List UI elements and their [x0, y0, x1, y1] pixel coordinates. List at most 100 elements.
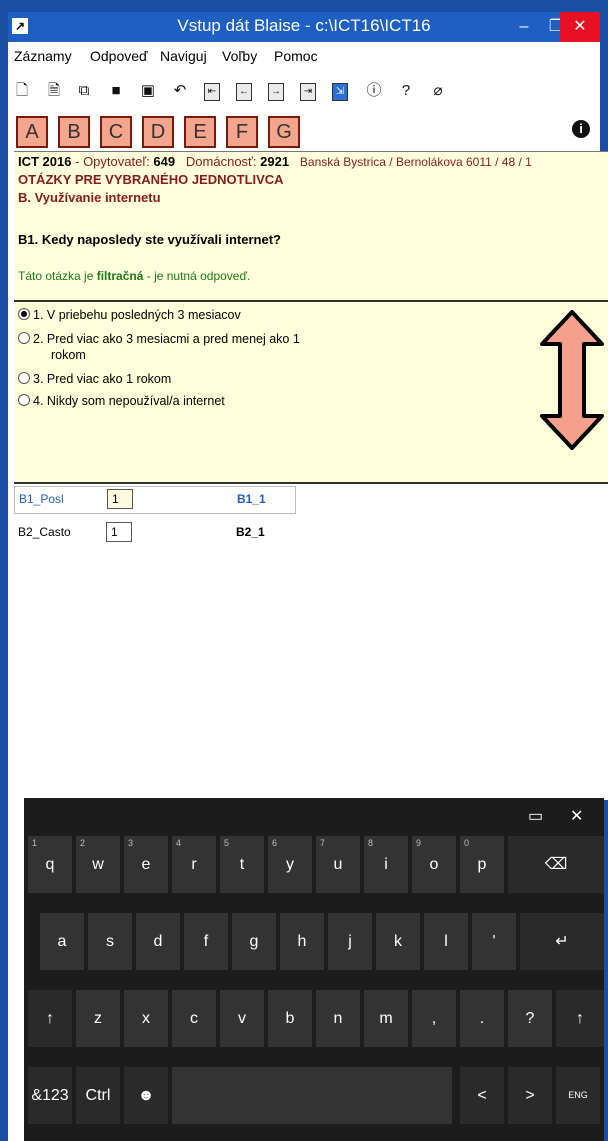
undo-icon[interactable]: ↶	[170, 80, 190, 102]
numbers-key[interactable]: &123	[28, 1067, 72, 1124]
survey-name: ICT 2016	[18, 154, 72, 169]
shift-right-key[interactable]: ↑	[556, 990, 604, 1047]
touch-keyboard: ▭ ✕ q 1 w 2 e 3 r 4 t 5 y 6 u 7 i 8 o 9 p 0 ⌫ a s d f g h j k l ' ↵ ↑ z x c…	[24, 798, 604, 1141]
field-value-b1[interactable]: 1	[107, 489, 133, 509]
household-label: Domácnosť:	[185, 154, 257, 169]
nav-last-icon[interactable]: ⇥	[300, 83, 316, 101]
menu-naviguj[interactable]: Naviguj	[160, 48, 207, 64]
option-3[interactable]: 3. Pred viac ako 1 rokom	[18, 371, 171, 387]
subsection-title: B. Využívanie internetu	[18, 190, 161, 205]
field-row-b1[interactable]: B1_Posl 1 B1_1	[14, 486, 296, 514]
key-apostrophe[interactable]: '	[472, 913, 516, 970]
shift-left-key[interactable]: ↑	[28, 990, 72, 1047]
key-period[interactable]: .	[460, 990, 504, 1047]
key-w[interactable]: w2	[76, 836, 120, 893]
key-v[interactable]: v	[220, 990, 264, 1047]
new-icon[interactable]: 🗋	[12, 80, 32, 102]
key-n[interactable]: n	[316, 990, 360, 1047]
info-icon[interactable]: i	[572, 120, 590, 138]
remark-strip	[14, 454, 608, 484]
key-p[interactable]: p0	[460, 836, 504, 893]
toolbar: 🗋 🗎 ⧉ ■ ▣ ↶ ⇤ ← → ⇥ ⇲ ⓘ ? ⌀	[8, 72, 600, 112]
title-bar: ↗ Vstup dát Blaise - c:\ICT16\ICT16 – ❐ …	[8, 12, 600, 42]
interviewer-id: 649	[153, 154, 176, 169]
menu-odpoved[interactable]: Odpoveď	[90, 48, 148, 64]
enter-key[interactable]: ↵	[520, 913, 604, 970]
letter-g-button[interactable]: G	[268, 116, 300, 148]
option-1[interactable]: 1. V priebehu posledných 3 mesiacov	[18, 307, 241, 323]
copy-icon[interactable]: ⧉	[74, 80, 94, 102]
letter-f-button[interactable]: F	[226, 116, 258, 148]
field-list: B1_Posl 1 B1_1 B2_Casto 1 B2_1	[14, 484, 608, 800]
key-e[interactable]: e3	[124, 836, 168, 893]
alert-icon[interactable]: ⓘ	[364, 80, 384, 102]
key-r[interactable]: r4	[172, 836, 216, 893]
attach-icon[interactable]: ⌀	[428, 80, 448, 102]
key-t[interactable]: t5	[220, 836, 264, 893]
key-s[interactable]: s	[88, 913, 132, 970]
keyboard-close-icon[interactable]: ✕	[570, 806, 583, 826]
key-f[interactable]: f	[184, 913, 228, 970]
key-y[interactable]: y6	[268, 836, 312, 893]
question-text: B1. Kedy naposledy ste využívali interne…	[18, 232, 281, 247]
key-d[interactable]: d	[136, 913, 180, 970]
save-icon[interactable]: ■	[106, 80, 126, 102]
key-b[interactable]: b	[268, 990, 312, 1047]
menu-pomoc[interactable]: Pomoc	[274, 48, 318, 64]
radio[interactable]	[18, 372, 30, 384]
menu-volby[interactable]: Voľby	[222, 48, 257, 64]
exit-icon[interactable]: ⇲	[332, 83, 348, 101]
key-question[interactable]: ?	[508, 990, 552, 1047]
close-button[interactable]: ✕	[560, 12, 600, 42]
dock-icon[interactable]: ▭	[528, 806, 543, 826]
radio[interactable]	[18, 394, 30, 406]
left-arrow-key[interactable]: <	[460, 1067, 504, 1124]
language-key[interactable]: ENG	[556, 1067, 600, 1124]
key-m[interactable]: m	[364, 990, 408, 1047]
interviewer-label: Opytovateľ:	[83, 154, 150, 169]
key-a[interactable]: a	[40, 913, 84, 970]
address: Banská Bystrica / Bernolákova 6011 / 48 …	[299, 155, 532, 169]
double-arrow-icon	[540, 310, 604, 450]
key-q[interactable]: q1	[28, 836, 72, 893]
nav-next-icon[interactable]: →	[268, 83, 284, 101]
section-title: OTÁZKY PRE VYBRANÉHO JEDNOTLIVCA	[18, 172, 284, 187]
radio-selected[interactable]	[18, 308, 30, 320]
emoji-key[interactable]: ☻	[124, 1067, 168, 1124]
key-l[interactable]: l	[424, 913, 468, 970]
field-row-b2[interactable]: B2_Casto 1 B2_1	[14, 520, 294, 546]
letter-d-button[interactable]: D	[142, 116, 174, 148]
letter-e-button[interactable]: E	[184, 116, 216, 148]
key-h[interactable]: h	[280, 913, 324, 970]
ctrl-key[interactable]: Ctrl	[76, 1067, 120, 1124]
key-x[interactable]: x	[124, 990, 168, 1047]
key-comma[interactable]: ,	[412, 990, 456, 1047]
space-key[interactable]	[172, 1067, 452, 1124]
key-c[interactable]: c	[172, 990, 216, 1047]
key-k[interactable]: k	[376, 913, 420, 970]
nav-prev-icon[interactable]: ←	[236, 83, 252, 101]
open-icon[interactable]: 🗎	[44, 80, 64, 102]
option-2[interactable]: 2. Pred viac ako 3 mesiacmi a pred menej…	[18, 331, 300, 363]
key-z[interactable]: z	[76, 990, 120, 1047]
letter-a-button[interactable]: A	[16, 116, 48, 148]
radio[interactable]	[18, 332, 30, 344]
help-icon[interactable]: ?	[396, 80, 416, 102]
key-j[interactable]: j	[328, 913, 372, 970]
nav-first-icon[interactable]: ⇤	[204, 83, 220, 101]
menu-zaznamy[interactable]: Záznamy	[14, 48, 72, 64]
key-i[interactable]: i8	[364, 836, 408, 893]
print-icon[interactable]: ▣	[138, 80, 158, 102]
key-u[interactable]: u7	[316, 836, 360, 893]
key-o[interactable]: o9	[412, 836, 456, 893]
option-4[interactable]: 4. Nikdy som nepoužíval/a internet	[18, 393, 225, 409]
field-value-b2[interactable]: 1	[106, 522, 132, 542]
right-arrow-key[interactable]: >	[508, 1067, 552, 1124]
backspace-key[interactable]: ⌫	[508, 836, 604, 893]
key-g[interactable]: g	[232, 913, 276, 970]
filter-note: Táto otázka je filtračná - je nutná odpo…	[18, 269, 251, 283]
answer-panel: 1. V priebehu posledných 3 mesiacov 2. P…	[14, 300, 608, 456]
letter-c-button[interactable]: C	[100, 116, 132, 148]
letter-b-button[interactable]: B	[58, 116, 90, 148]
question-header: ICT 2016 - Opytovateľ: 649 Domácnosť: 29…	[14, 151, 608, 301]
